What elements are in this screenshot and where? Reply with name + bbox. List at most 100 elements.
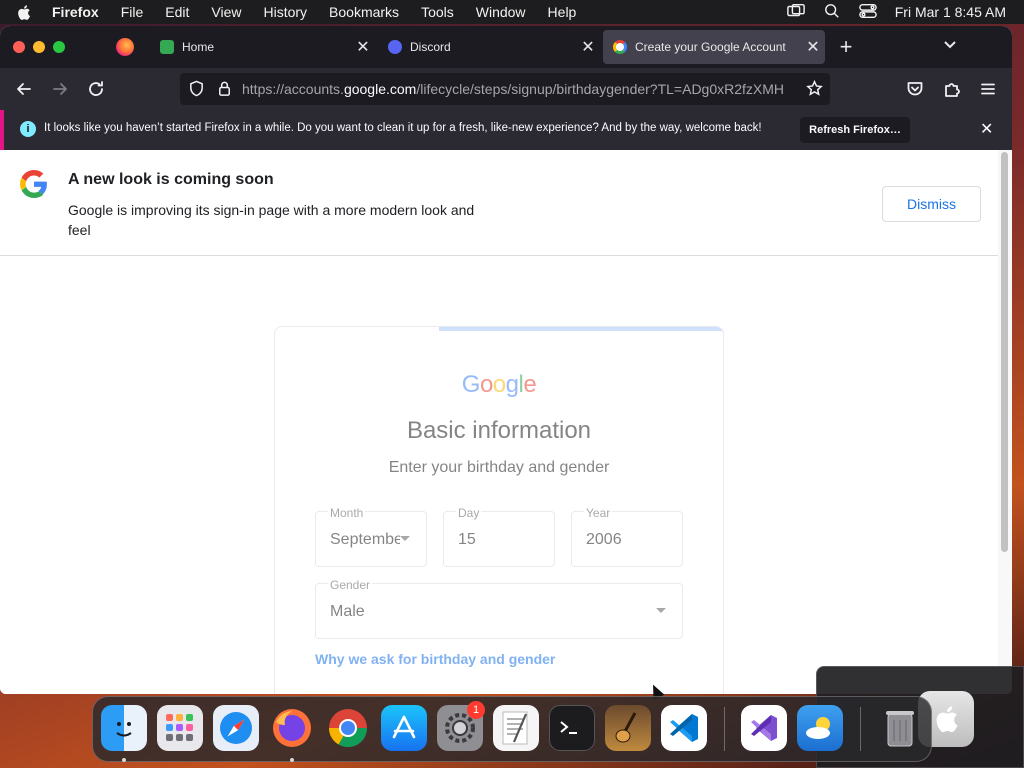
url-bar[interactable]: https://accounts.google.com/lifecycle/st… — [180, 73, 830, 105]
window-minimize-button[interactable] — [33, 41, 45, 53]
terminal-icon[interactable] — [549, 705, 595, 751]
url-domain: google.com — [343, 81, 417, 97]
spotlight-search-icon[interactable] — [823, 3, 841, 22]
control-center-icon[interactable] — [858, 3, 877, 22]
menu-bookmarks[interactable]: Bookmarks — [329, 4, 399, 20]
tab-close-icon[interactable]: ✕ — [351, 37, 375, 57]
hamburger-menu-icon — [981, 83, 995, 95]
forward-arrow-icon — [53, 83, 67, 95]
tab-close-icon[interactable]: ✕ — [801, 37, 825, 57]
bookmark-star-icon[interactable] — [806, 79, 823, 102]
firefox-window: Home ✕ Discord ✕ Create your Google Acco… — [0, 26, 1012, 694]
notification-close-icon[interactable]: ✕ — [980, 119, 993, 139]
system-settings-badge: 1 — [467, 701, 485, 719]
day-label: Day — [456, 506, 482, 520]
back-button[interactable] — [13, 78, 35, 100]
safari-icon[interactable] — [213, 705, 259, 751]
menu-clock[interactable]: Fri Mar 1 8:45 AM — [895, 4, 1006, 20]
running-indicator — [290, 758, 294, 762]
month-value: September — [330, 531, 400, 548]
dismiss-button[interactable]: Dismiss — [882, 186, 981, 222]
scrollbar-thumb[interactable] — [1001, 152, 1008, 552]
textedit-icon[interactable] — [493, 705, 539, 751]
tab-discord[interactable]: Discord ✕ — [378, 30, 600, 64]
page-title: Basic information — [406, 417, 592, 444]
page-scrollbar[interactable] — [998, 150, 1012, 694]
day-field[interactable]: Day 15 — [443, 506, 555, 567]
year-value: 2006 — [586, 531, 622, 548]
url-path: /lifecycle/steps/signup/birthdaygender?T… — [416, 81, 785, 97]
google-wordmark-logo: Google — [461, 371, 537, 398]
year-label: Year — [584, 506, 613, 520]
signup-card: Google Basic information Enter your birt… — [274, 326, 724, 694]
menu-app-name[interactable]: Firefox — [52, 4, 99, 20]
reload-icon — [89, 81, 103, 96]
new-look-banner: A new look is coming soon Google is impr… — [0, 150, 998, 256]
menu-edit[interactable]: Edit — [165, 4, 189, 20]
refresh-firefox-notification: i It looks like you haven’t started Fire… — [0, 110, 1012, 150]
tab-label: Discord — [410, 40, 451, 54]
tab-bar: Home ✕ Discord ✕ Create your Google Acco… — [0, 26, 1012, 68]
dock-separator — [860, 707, 861, 751]
tab-create-google-account[interactable]: Create your Google Account ✕ — [603, 30, 825, 64]
why-we-ask-link[interactable]: Why we ask for birthday and gender — [315, 651, 555, 667]
menu-help[interactable]: Help — [548, 4, 577, 20]
vscode-icon[interactable] — [661, 705, 707, 751]
menu-view[interactable]: View — [211, 4, 241, 20]
google-sites-icon — [160, 40, 174, 54]
pocket-button[interactable] — [904, 78, 926, 100]
gender-value: Male — [330, 603, 365, 620]
notification-message: It looks like you haven’t started Firefo… — [44, 122, 762, 134]
pocket-icon — [907, 82, 923, 96]
trash-icon[interactable] — [877, 705, 923, 751]
discord-icon — [388, 40, 402, 54]
menu-tools[interactable]: Tools — [421, 4, 454, 20]
puzzle-piece-icon — [945, 83, 960, 97]
dropdown-caret-icon — [400, 536, 410, 541]
menu-bar: Firefox File Edit View History Bookmarks… — [0, 0, 1024, 24]
dock — [92, 696, 932, 762]
gender-label: Gender — [328, 578, 373, 592]
apple-menu-icon[interactable] — [16, 4, 38, 21]
extensions-button[interactable] — [941, 78, 963, 100]
weather-icon[interactable] — [797, 705, 843, 751]
chrome-icon[interactable] — [325, 705, 371, 751]
new-tab-button[interactable]: + — [836, 34, 856, 60]
menu-file[interactable]: File — [121, 4, 144, 20]
window-close-button[interactable] — [13, 41, 25, 53]
tracking-protection-shield-icon[interactable] — [188, 80, 205, 102]
banner-body: Google is improving its sign-in page wit… — [68, 202, 475, 238]
app-store-icon[interactable] — [381, 705, 427, 751]
menu-history[interactable]: History — [263, 4, 307, 20]
google-icon — [613, 40, 627, 54]
navigation-toolbar: https://accounts.google.com/lifecycle/st… — [0, 68, 1012, 110]
firefox-icon[interactable] — [269, 705, 315, 751]
year-field[interactable]: Year 2006 — [571, 506, 683, 567]
window-zoom-button[interactable] — [53, 41, 65, 53]
month-select[interactable]: Month September — [315, 506, 427, 567]
launchpad-icon[interactable] — [157, 705, 203, 751]
page-content: A new look is coming soon Google is impr… — [0, 150, 1012, 694]
info-icon: i — [20, 121, 36, 137]
list-all-tabs-chevron-icon[interactable] — [942, 36, 962, 58]
firefox-view-icon[interactable] — [116, 38, 134, 56]
forward-button[interactable] — [49, 78, 71, 100]
reload-button[interactable] — [85, 78, 107, 100]
dock-separator — [724, 707, 725, 751]
screen-mirroring-icon[interactable] — [786, 3, 805, 22]
gender-select[interactable]: Gender Male — [315, 578, 683, 639]
loading-progress-bar — [439, 327, 723, 331]
menu-window[interactable]: Window — [476, 4, 526, 20]
refresh-firefox-button[interactable]: Refresh Firefox… — [800, 117, 910, 143]
tab-label: Create your Google Account — [635, 40, 786, 54]
google-g-logo-icon — [20, 170, 47, 198]
tab-close-icon[interactable]: ✕ — [576, 37, 600, 57]
visual-studio-icon[interactable] — [741, 705, 787, 751]
app-menu-button[interactable] — [977, 78, 999, 100]
finder-icon[interactable] — [101, 705, 147, 751]
instruments-icon[interactable] — [605, 705, 651, 751]
lock-icon[interactable] — [216, 80, 233, 102]
dropdown-caret-icon — [656, 608, 666, 613]
tab-home[interactable]: Home ✕ — [150, 30, 375, 64]
url-text[interactable]: https://accounts.google.com/lifecycle/st… — [242, 81, 798, 97]
